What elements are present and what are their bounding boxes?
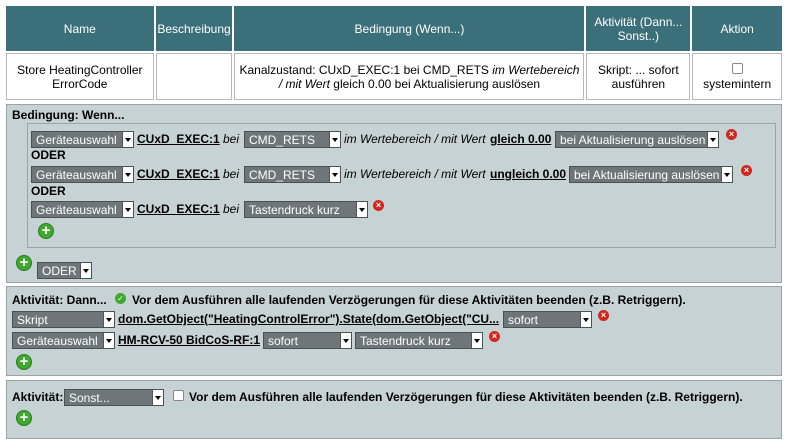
- else-retrigger-label: Vor dem Ausführen alle laufenden Verzöge…: [189, 390, 743, 404]
- table-header: Name Beschreibung Bedingung (Wenn...) Ak…: [6, 6, 782, 51]
- header-condition: Bedingung (Wenn...): [234, 6, 585, 51]
- then-row1-target[interactable]: dom.GetObject("HeatingControlError").Sta…: [118, 312, 500, 326]
- then-retrigger-label: Vor dem Ausführen alle laufenden Verzöge…: [132, 293, 686, 307]
- header-name: Name: [6, 6, 154, 51]
- table-row: Store HeatingController ErrorCode Kanalz…: [6, 53, 782, 100]
- then-row2-timing-select[interactable]: sofort: [263, 332, 352, 349]
- header-description: Beschreibung: [155, 6, 233, 51]
- then-row2-action-select[interactable]: Tastendruck kurz: [355, 332, 483, 349]
- program-condition-summary: Kanalzustand: CUxD_EXEC:1 bei CMD_RETS i…: [234, 53, 585, 100]
- condition-row3-param-select[interactable]: Tastendruck kurz: [244, 201, 368, 218]
- action-cell: systemintern: [692, 53, 782, 100]
- condition-or-2: ODER: [31, 184, 66, 198]
- else-retrigger-checkbox[interactable]: [173, 390, 184, 401]
- systemintern-label: systemintern: [703, 76, 772, 91]
- condition-row2-type-select[interactable]: Geräteauswahl: [31, 166, 134, 183]
- header-activity: Aktivität (Dann... Sonst..): [586, 6, 691, 51]
- then-row2-target[interactable]: HM-RCV-50 BidCoS-RF:1: [118, 333, 260, 347]
- condition-row2-param-select[interactable]: CMD_RETS: [244, 166, 341, 183]
- condition-row1-trigger-select[interactable]: bei Aktualisierung auslösen: [555, 131, 719, 148]
- then-title: Aktivität: Dann...: [12, 293, 107, 307]
- then-row1-type-select[interactable]: Skript: [12, 311, 115, 328]
- condition-row1-value[interactable]: gleich 0.00: [490, 132, 551, 146]
- condition-row3-device[interactable]: CUxD_EXEC:1: [137, 202, 220, 216]
- condition-row3-delete-icon[interactable]: ×: [373, 200, 384, 211]
- then-row2-delete-icon[interactable]: ×: [489, 331, 500, 342]
- then-row2-type-select[interactable]: Geräteauswahl: [12, 332, 115, 349]
- condition-summary-prefix: Kanalzustand: CUxD_EXEC:1 bei CMD_RETS: [239, 63, 489, 77]
- condition-row3-type-select[interactable]: Geräteauswahl: [31, 201, 134, 218]
- else-mode-select[interactable]: Sonst...: [64, 389, 164, 406]
- else-title: Aktivität:: [12, 390, 64, 404]
- condition-row2-bei: bei: [223, 167, 240, 181]
- program-activity-summary: Skript: ... sofort ausführen: [586, 53, 691, 100]
- program-name[interactable]: Store HeatingController ErrorCode: [6, 53, 154, 100]
- condition-row2-range-text: im Wertebereich / mit Wert: [344, 167, 486, 181]
- condition-row2-value[interactable]: ungleich 0.00: [490, 167, 566, 181]
- condition-title: Bedingung: Wenn...: [12, 108, 125, 122]
- then-retrigger-checkbox[interactable]: ✓: [115, 293, 126, 304]
- then-row1-timing-select[interactable]: sofort: [503, 311, 592, 328]
- condition-section: Bedingung: Wenn... Geräteauswahl CUxD_EX…: [6, 104, 782, 283]
- condition-operator-select[interactable]: ODER: [37, 262, 92, 279]
- condition-row2-trigger-select[interactable]: bei Aktualisierung auslösen: [569, 166, 733, 183]
- then-row1-delete-icon[interactable]: ×: [598, 310, 609, 321]
- header-action: Aktion: [692, 6, 782, 51]
- add-condition-icon[interactable]: +: [38, 223, 54, 239]
- condition-row2-delete-icon[interactable]: ×: [741, 165, 752, 176]
- condition-row1-delete-icon[interactable]: ×: [726, 129, 737, 140]
- condition-row1-bei: bei: [223, 132, 240, 146]
- add-then-activity-icon[interactable]: +: [16, 354, 32, 370]
- condition-group: Geräteauswahl CUxD_EXEC:1 bei CMD_RETS i…: [27, 123, 776, 248]
- systemintern-checkbox[interactable]: [731, 62, 743, 74]
- condition-row1-param-select[interactable]: CMD_RETS: [244, 131, 341, 148]
- else-section: Aktivität: Sonst... Vor dem Ausführen al…: [6, 380, 782, 439]
- condition-row1-type-select[interactable]: Geräteauswahl: [31, 131, 134, 148]
- condition-or-1: ODER: [31, 148, 66, 162]
- condition-row1-device[interactable]: CUxD_EXEC:1: [137, 132, 220, 146]
- add-condition-group-icon[interactable]: +: [16, 255, 32, 271]
- condition-row1-range-text: im Wertebereich / mit Wert: [344, 132, 486, 146]
- condition-row3-bei: bei: [223, 202, 240, 216]
- condition-row2-device[interactable]: CUxD_EXEC:1: [137, 167, 220, 181]
- condition-summary-suffix: gleich 0.00 bei Aktualisierung auslösen: [333, 77, 541, 91]
- then-section: Aktivität: Dann... ✓ Vor dem Ausführen a…: [6, 286, 782, 376]
- program-description[interactable]: [155, 53, 233, 100]
- add-else-activity-icon[interactable]: +: [16, 410, 32, 426]
